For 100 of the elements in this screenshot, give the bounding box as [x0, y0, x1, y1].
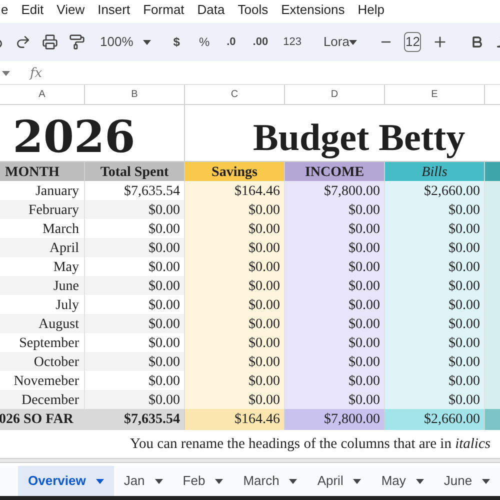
caret-icon	[2, 71, 10, 76]
menu-item[interactable]: Format	[143, 0, 184, 20]
column-header[interactable]: E	[385, 85, 485, 104]
amount-cell: $0.00	[85, 219, 185, 240]
fx-label: fx	[30, 64, 42, 83]
amount-cell: $0.00	[85, 352, 185, 373]
amount-cell: $0.00	[185, 238, 285, 259]
decrease-decimal-button[interactable]: .0	[226, 34, 236, 50]
amount-cell: $0.00	[85, 371, 185, 392]
sheet-tab[interactable]: June	[434, 466, 500, 496]
menu-item[interactable]: Extensions	[281, 0, 345, 20]
total-cell: $7,800.00	[285, 409, 385, 430]
amount-cell: $0.00	[185, 200, 285, 221]
sheet-tab[interactable]: Overview	[18, 466, 114, 496]
menu-item[interactable]: Tools	[238, 0, 268, 20]
amount-cell: $0.00	[285, 333, 385, 354]
caret-icon	[289, 478, 298, 484]
font-dropdown[interactable]: Lora	[323, 32, 358, 52]
total-cell: $164.46	[185, 409, 285, 430]
amount-cell: $0.00	[285, 219, 385, 240]
column-header[interactable]: A	[0, 85, 85, 104]
caret-icon	[143, 40, 152, 44]
amount-cell: $0.00	[385, 200, 485, 221]
amount-cell: $0.00	[285, 276, 385, 297]
month-cell: December	[0, 390, 85, 411]
amount-cell: $0.00	[285, 295, 385, 316]
amount-cell: $0.00	[185, 352, 285, 373]
amount-cell: $0.00	[85, 333, 185, 354]
bold-icon[interactable]	[470, 35, 484, 49]
caret-icon	[215, 478, 224, 484]
amount-cell: $7,800.00	[285, 181, 385, 202]
amount-cell: $0.00	[285, 390, 385, 411]
column-header[interactable]: D	[285, 85, 385, 104]
percent-button[interactable]: %	[198, 33, 210, 51]
sheet-tab[interactable]: Feb	[172, 466, 234, 496]
amount-cell: $0.00	[385, 314, 485, 335]
month-cell: March	[0, 219, 85, 240]
amount-cell: $0.00	[385, 257, 485, 278]
sheet-tab[interactable]: May	[371, 466, 434, 496]
caret-icon	[349, 40, 358, 44]
month-cell: September	[0, 333, 85, 354]
amount-cell: $0.00	[285, 314, 385, 335]
menu-item[interactable]: View	[56, 0, 85, 20]
amount-cell: $0.00	[85, 314, 185, 335]
menu-item[interactable]: Help	[358, 0, 384, 20]
increase-decimal-button[interactable]: .00	[252, 34, 268, 50]
sheet-tab[interactable]: April	[307, 466, 372, 496]
column-heading: Bills	[385, 162, 485, 183]
column-heading: MONTH	[0, 162, 85, 183]
column-header[interactable]: B	[85, 85, 185, 104]
amount-cell: $7,635.54	[85, 181, 185, 202]
column-heading: INCOME	[285, 162, 385, 183]
menu-item[interactable]: Insert	[98, 0, 130, 20]
amount-cell: $2,660.00	[385, 181, 485, 202]
caret-icon	[96, 478, 104, 484]
currency-button[interactable]: $	[173, 33, 180, 51]
amount-cell: $0.00	[385, 219, 485, 240]
month-cell: Novemeber	[0, 371, 85, 392]
menu-item[interactable]: e	[1, 0, 8, 20]
amount-cell: $0.00	[185, 295, 285, 316]
column-heading: Savings	[185, 162, 285, 183]
amount-cell: $0.00	[185, 219, 285, 240]
month-cell: June	[0, 276, 85, 297]
redo-icon[interactable]	[15, 34, 31, 50]
column-header[interactable]: C	[185, 85, 285, 104]
month-cell: January	[0, 181, 85, 202]
amount-cell: $0.00	[385, 333, 485, 354]
month-cell: May	[0, 257, 85, 278]
menu-item[interactable]: Data	[197, 0, 225, 20]
font-size-field[interactable]: 12	[404, 32, 421, 52]
amount-cell: $0.00	[85, 238, 185, 259]
number-format-button[interactable]: 123	[283, 34, 302, 50]
amount-cell: $0.00	[385, 276, 485, 297]
amount-cell: $0.00	[85, 200, 185, 221]
month-cell: February	[0, 200, 85, 221]
month-cell: July	[0, 295, 85, 316]
zoom-dropdown[interactable]: 100%	[100, 32, 152, 52]
amount-cell: $0.00	[185, 314, 285, 335]
column-heading: Total Spent	[85, 162, 185, 183]
month-cell: August	[0, 314, 85, 335]
amount-cell: $0.00	[85, 390, 185, 411]
amount-cell: $0.00	[285, 200, 385, 221]
amount-cell: $0.00	[385, 390, 485, 411]
amount-cell: $0.00	[285, 238, 385, 259]
caret-icon	[154, 478, 163, 484]
total-cell: $2,660.00	[385, 409, 485, 430]
month-cell: October	[0, 352, 85, 373]
amount-cell: $0.00	[385, 295, 485, 316]
menu-item[interactable]: Edit	[21, 0, 44, 20]
paint-format-icon[interactable]	[69, 34, 85, 50]
caret-icon	[353, 478, 362, 484]
sheet-tab[interactable]: Jan	[114, 466, 173, 496]
increase-font-size-icon[interactable]	[432, 34, 448, 50]
print-icon[interactable]	[42, 34, 58, 50]
amount-cell: $0.00	[85, 295, 185, 316]
budget-title: Budget Betty	[253, 116, 466, 160]
amount-cell: $0.00	[185, 390, 285, 411]
total-cell: $7,635.54	[85, 409, 185, 430]
amount-cell: $0.00	[185, 333, 285, 354]
sheet-tab[interactable]: March	[233, 466, 308, 496]
